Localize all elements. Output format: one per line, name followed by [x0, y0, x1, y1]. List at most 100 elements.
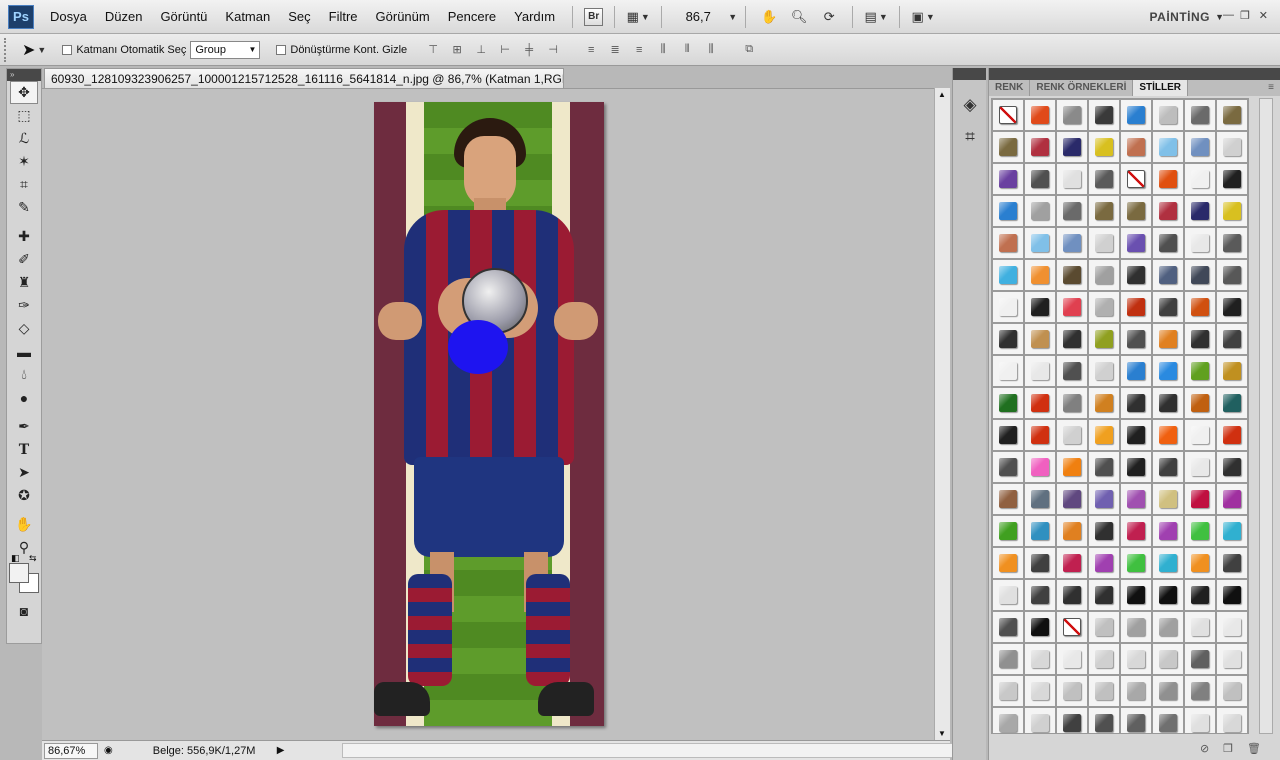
style-swatch[interactable]: [1152, 259, 1184, 291]
foreground-color-swatch[interactable]: [9, 563, 29, 583]
style-swatch[interactable]: [992, 323, 1024, 355]
style-swatch[interactable]: [1152, 451, 1184, 483]
document-vertical-scrollbar[interactable]: ▲ ▼: [934, 88, 950, 740]
style-swatch[interactable]: [1184, 451, 1216, 483]
style-swatch[interactable]: [1056, 611, 1088, 643]
style-swatch[interactable]: [1184, 707, 1216, 733]
brush-tool[interactable]: ✐: [7, 248, 41, 271]
distribute-bottom-icon[interactable]: ≡: [627, 41, 651, 59]
auto-select-checkbox[interactable]: [62, 44, 73, 55]
style-swatch[interactable]: [1184, 355, 1216, 387]
style-swatch[interactable]: [1184, 675, 1216, 707]
magic-wand-tool[interactable]: ✶: [7, 150, 41, 173]
style-swatch[interactable]: [992, 707, 1024, 733]
style-swatch[interactable]: [1184, 387, 1216, 419]
style-swatch[interactable]: [1152, 675, 1184, 707]
move-tool[interactable]: ✥: [10, 81, 38, 104]
style-swatch[interactable]: [1088, 259, 1120, 291]
style-swatch[interactable]: [1024, 515, 1056, 547]
style-swatch[interactable]: [1024, 675, 1056, 707]
style-swatch[interactable]: [1184, 99, 1216, 131]
style-swatch[interactable]: [1088, 163, 1120, 195]
style-swatch[interactable]: [1056, 227, 1088, 259]
style-swatch[interactable]: [1216, 99, 1248, 131]
auto-align-icon[interactable]: ⧉: [737, 41, 761, 59]
history-brush-tool[interactable]: ✑: [7, 294, 41, 317]
menu-katman[interactable]: Katman: [216, 9, 279, 24]
style-swatch[interactable]: [1184, 483, 1216, 515]
style-swatch[interactable]: [992, 547, 1024, 579]
style-swatch[interactable]: [1024, 355, 1056, 387]
transform-controls-option[interactable]: Dönüştürme Kont. Gizle: [276, 44, 407, 56]
style-swatch[interactable]: [992, 291, 1024, 323]
style-swatch[interactable]: [1120, 387, 1152, 419]
style-swatch[interactable]: [1184, 643, 1216, 675]
transform-panel-icon[interactable]: ⌗: [955, 122, 985, 152]
style-swatch[interactable]: [992, 579, 1024, 611]
swap-colors-icon[interactable]: ⇆: [29, 553, 37, 564]
style-swatch[interactable]: [992, 259, 1024, 291]
distribute-hcenter-icon[interactable]: ⫴: [675, 41, 699, 59]
style-swatch[interactable]: [1056, 195, 1088, 227]
style-swatch[interactable]: [992, 163, 1024, 195]
dodge-tool[interactable]: ●: [7, 386, 41, 409]
style-swatch[interactable]: [1152, 355, 1184, 387]
dock-header[interactable]: [953, 68, 986, 80]
style-swatch[interactable]: [1056, 355, 1088, 387]
style-swatch[interactable]: [1088, 291, 1120, 323]
style-swatch[interactable]: [1088, 579, 1120, 611]
status-menu-icon[interactable]: ◉: [104, 745, 113, 756]
style-swatch[interactable]: [1184, 291, 1216, 323]
style-swatch[interactable]: [1088, 451, 1120, 483]
style-swatch[interactable]: [1120, 483, 1152, 515]
style-swatch[interactable]: [1184, 323, 1216, 355]
style-swatch[interactable]: [1152, 131, 1184, 163]
style-swatch[interactable]: [1184, 195, 1216, 227]
style-swatch[interactable]: [1024, 387, 1056, 419]
style-swatch[interactable]: [1056, 323, 1088, 355]
view-extras-button[interactable]: ▦ ▼: [626, 6, 650, 28]
style-swatch[interactable]: [1056, 707, 1088, 733]
style-swatch[interactable]: [1216, 547, 1248, 579]
rotate-view-button[interactable]: ⟳: [817, 6, 841, 28]
style-swatch[interactable]: [1184, 131, 1216, 163]
style-swatch[interactable]: [1152, 195, 1184, 227]
styles-scrollbar[interactable]: [1259, 98, 1273, 734]
style-swatch[interactable]: [1056, 291, 1088, 323]
style-swatch[interactable]: [1120, 707, 1152, 733]
style-swatch[interactable]: [1056, 419, 1088, 451]
gradient-tool[interactable]: ▬: [7, 340, 41, 363]
style-swatch[interactable]: [1024, 451, 1056, 483]
style-swatch[interactable]: [1056, 99, 1088, 131]
crop-tool[interactable]: ⌗: [7, 173, 41, 196]
style-swatch[interactable]: [992, 131, 1024, 163]
tool-preset-picker[interactable]: ➤ ▼: [22, 40, 46, 60]
status-expand-icon[interactable]: ▶: [277, 745, 285, 756]
style-swatch[interactable]: [1120, 675, 1152, 707]
style-swatch[interactable]: [1120, 163, 1152, 195]
style-swatch[interactable]: [1216, 195, 1248, 227]
style-swatch[interactable]: [1088, 323, 1120, 355]
style-swatch[interactable]: [1120, 611, 1152, 643]
style-swatch[interactable]: [1024, 99, 1056, 131]
auto-select-option[interactable]: Katmanı Otomatik Seç: [62, 44, 186, 56]
document-horizontal-scrollbar[interactable]: [342, 743, 972, 758]
menu-dosya[interactable]: Dosya: [41, 9, 96, 24]
distribute-left-icon[interactable]: ⫼: [651, 41, 675, 59]
style-swatch[interactable]: [1056, 515, 1088, 547]
style-swatch[interactable]: [1152, 163, 1184, 195]
align-top-icon[interactable]: ⊤: [421, 41, 445, 59]
tab-renk[interactable]: RENK: [989, 80, 1031, 96]
style-swatch[interactable]: [1152, 547, 1184, 579]
style-swatch[interactable]: [1120, 355, 1152, 387]
style-swatch[interactable]: [1088, 355, 1120, 387]
close-window-icon[interactable]: ✕: [1259, 9, 1268, 22]
style-swatch[interactable]: [992, 387, 1024, 419]
style-swatch[interactable]: [1120, 547, 1152, 579]
style-swatch[interactable]: [1056, 451, 1088, 483]
style-swatch[interactable]: [992, 611, 1024, 643]
style-swatch[interactable]: [1120, 259, 1152, 291]
scroll-down-icon[interactable]: ▼: [938, 729, 946, 738]
align-left-icon[interactable]: ⊢: [493, 41, 517, 59]
distribute-top-icon[interactable]: ≡: [579, 41, 603, 59]
